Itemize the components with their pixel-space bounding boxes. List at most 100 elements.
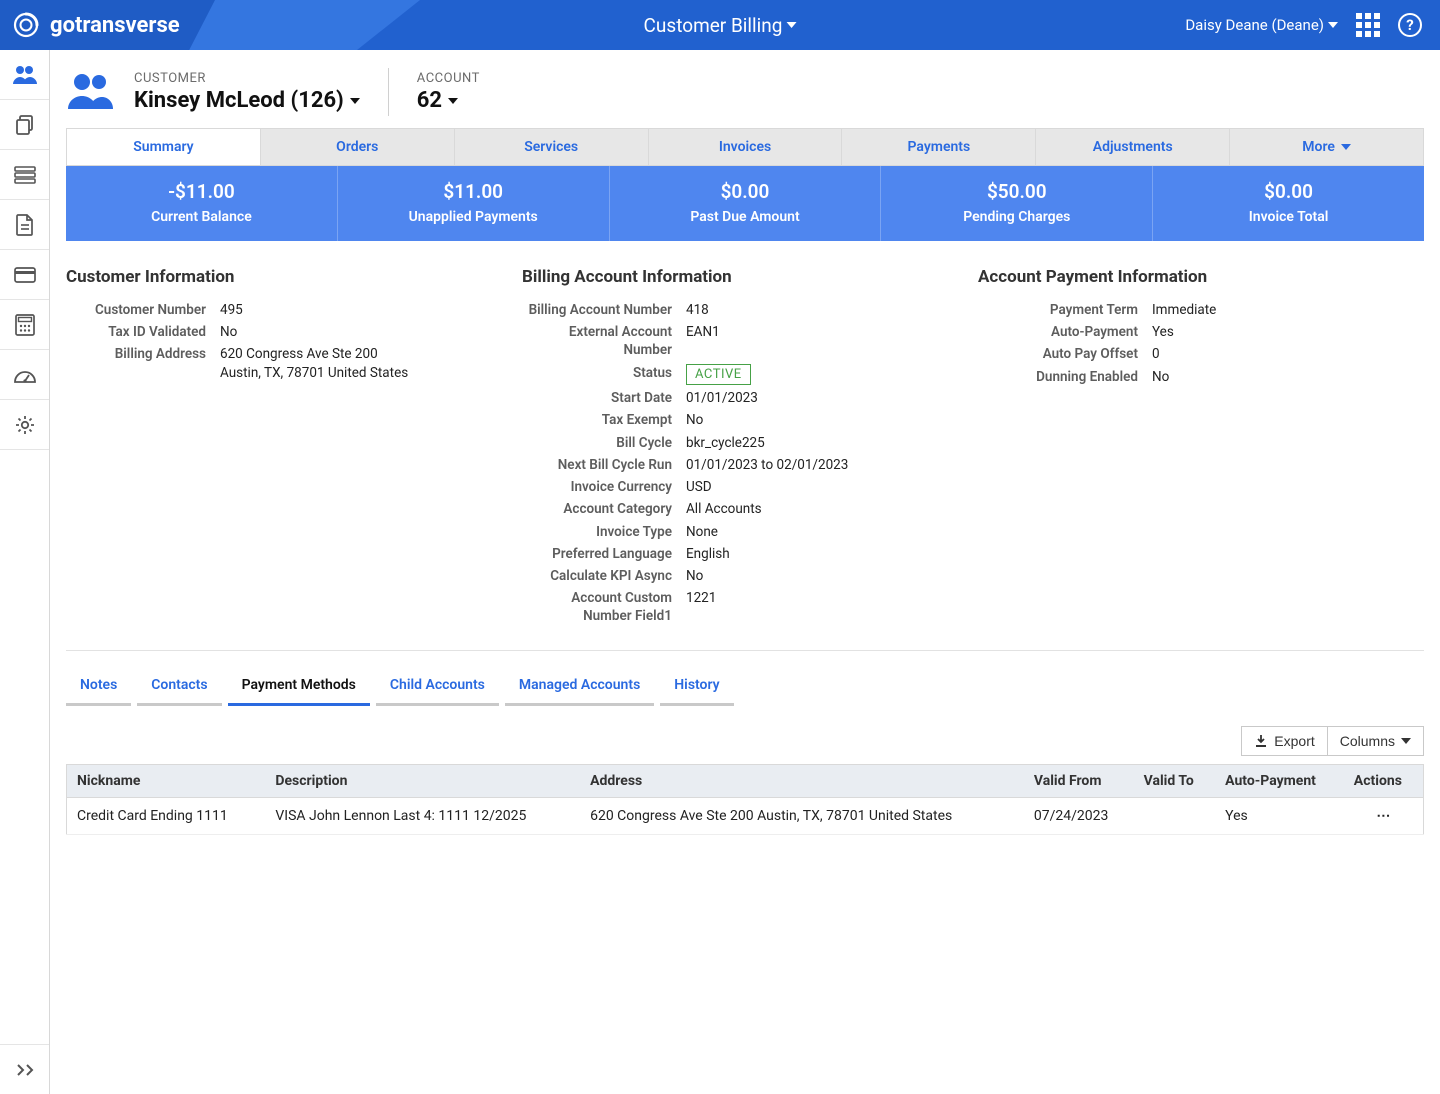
customer-label: CUSTOMER xyxy=(134,71,360,86)
rail-document-icon[interactable] xyxy=(0,200,49,250)
column-header[interactable]: Actions xyxy=(1344,764,1424,797)
field-label: Customer Number xyxy=(66,301,206,319)
stat-value: $50.00 xyxy=(887,180,1146,203)
tab-invoices[interactable]: Invoices xyxy=(649,129,843,165)
download-icon xyxy=(1254,734,1268,748)
user-menu[interactable]: Daisy Deane (Deane) xyxy=(1185,16,1338,34)
field-value: Yes xyxy=(1152,323,1424,341)
rail-gear-icon[interactable] xyxy=(0,400,49,450)
customer-selector[interactable]: Kinsey McLeod (126) xyxy=(134,88,360,113)
rail-calculator-icon[interactable] xyxy=(0,300,49,350)
field-label: Tax ID Validated xyxy=(66,323,206,341)
cell-nickname: Credit Card Ending 1111 xyxy=(67,797,266,834)
column-header[interactable]: Valid To xyxy=(1134,764,1215,797)
stat-card: $11.00Unapplied Payments xyxy=(338,166,610,241)
field-label: Start Date xyxy=(522,389,672,407)
field-value: 01/01/2023 to 02/01/2023 xyxy=(686,456,968,474)
field-value: None xyxy=(686,523,968,541)
field-value: 620 Congress Ave Ste 200Austin, TX, 7870… xyxy=(220,345,512,381)
stat-card: -$11.00Current Balance xyxy=(66,166,338,241)
customer-header: CUSTOMER Kinsey McLeod (126) ACCOUNT 62 xyxy=(50,62,1440,128)
tab-payments[interactable]: Payments xyxy=(842,129,1036,165)
caret-down-icon xyxy=(1401,738,1411,744)
stat-card: $0.00Invoice Total xyxy=(1153,166,1424,241)
column-header[interactable]: Nickname xyxy=(67,764,266,797)
field-value: No xyxy=(1152,368,1424,386)
caret-down-icon xyxy=(350,98,360,104)
field-value: All Accounts xyxy=(686,500,968,518)
stats-row: -$11.00Current Balance$11.00Unapplied Pa… xyxy=(66,166,1424,241)
stat-card: $0.00Past Due Amount xyxy=(610,166,882,241)
column-header[interactable]: Valid From xyxy=(1024,764,1134,797)
column-header[interactable]: Address xyxy=(580,764,1024,797)
caret-down-icon xyxy=(1328,22,1338,28)
customers-icon xyxy=(66,71,114,111)
payment-info-title: Account Payment Information xyxy=(978,267,1424,287)
field-value: 01/01/2023 xyxy=(686,389,968,407)
field-label: Billing Account Number xyxy=(522,301,672,319)
topbar: gotransverse Customer Billing Daisy Dean… xyxy=(0,0,1440,50)
field-value: No xyxy=(686,411,968,429)
field-label: Payment Term xyxy=(978,301,1138,319)
account-selector[interactable]: 62 xyxy=(417,88,480,113)
field-label: Calculate KPI Async xyxy=(522,567,672,585)
field-value: ACTIVE xyxy=(686,364,968,386)
payment-info: Account Payment Information Payment Term… xyxy=(978,267,1424,630)
export-label: Export xyxy=(1274,733,1314,749)
subtab-notes[interactable]: Notes xyxy=(66,669,131,706)
account-label: ACCOUNT xyxy=(417,71,480,86)
billing-info-title: Billing Account Information xyxy=(522,267,968,287)
billing-info: Billing Account Information Billing Acco… xyxy=(522,267,968,630)
page-title-dropdown[interactable]: Customer Billing xyxy=(644,14,797,37)
subtab-contacts[interactable]: Contacts xyxy=(137,669,221,706)
subtab-managed-accounts[interactable]: Managed Accounts xyxy=(505,669,654,706)
subtab-history[interactable]: History xyxy=(660,669,733,706)
row-actions[interactable]: ⋯ xyxy=(1344,797,1424,834)
tab-adjustments[interactable]: Adjustments xyxy=(1036,129,1230,165)
cell-address: 620 Congress Ave Ste 200 Austin, TX, 787… xyxy=(580,797,1024,834)
rail-collapse-icon[interactable] xyxy=(0,1044,49,1094)
columns-button[interactable]: Columns xyxy=(1328,726,1424,756)
subtab-payment-methods[interactable]: Payment Methods xyxy=(228,669,370,706)
payment-methods-table: NicknameDescriptionAddressValid FromVali… xyxy=(66,764,1424,835)
tab-summary[interactable]: Summary xyxy=(67,129,261,165)
field-value: 0 xyxy=(1152,345,1424,363)
field-label: Invoice Currency xyxy=(522,478,672,496)
columns-label: Columns xyxy=(1340,733,1395,749)
rail-card-icon[interactable] xyxy=(0,250,49,300)
tab-more[interactable]: More xyxy=(1230,129,1423,165)
field-label: Account Category xyxy=(522,500,672,518)
tab-services[interactable]: Services xyxy=(455,129,649,165)
rail-customers-icon[interactable] xyxy=(0,50,49,100)
apps-icon[interactable] xyxy=(1356,13,1380,37)
help-icon[interactable]: ? xyxy=(1398,13,1422,37)
page-title: Customer Billing xyxy=(644,14,783,37)
export-button[interactable]: Export xyxy=(1241,726,1327,756)
brand-area[interactable]: gotransverse xyxy=(0,0,180,50)
field-label: Next Bill Cycle Run xyxy=(522,456,672,474)
table-toolbar: Export Columns xyxy=(50,712,1440,764)
rail-dashboard-icon[interactable] xyxy=(0,350,49,400)
field-label: Bill Cycle xyxy=(522,434,672,452)
field-value: USD xyxy=(686,478,968,496)
field-value: Immediate xyxy=(1152,301,1424,319)
logo-icon xyxy=(12,11,40,39)
field-label: Invoice Type xyxy=(522,523,672,541)
field-value: No xyxy=(220,323,512,341)
field-label: Billing Address xyxy=(66,345,206,381)
brand-text: gotransverse xyxy=(50,13,180,38)
column-header[interactable]: Description xyxy=(265,764,580,797)
status-badge: ACTIVE xyxy=(686,364,751,386)
main: CUSTOMER Kinsey McLeod (126) ACCOUNT 62 … xyxy=(50,50,1440,875)
subtab-child-accounts[interactable]: Child Accounts xyxy=(376,669,499,706)
account-value: 62 xyxy=(417,88,442,113)
cell-valid-to xyxy=(1134,797,1215,834)
field-label: Account Custom Number Field1 xyxy=(522,589,672,625)
column-header[interactable]: Auto-Payment xyxy=(1215,764,1344,797)
rail-copy-icon[interactable] xyxy=(0,100,49,150)
field-label: Auto-Payment xyxy=(978,323,1138,341)
field-value: EAN1 xyxy=(686,323,968,359)
stat-label: Pending Charges xyxy=(887,209,1146,225)
tab-orders[interactable]: Orders xyxy=(261,129,455,165)
rail-stack-icon[interactable] xyxy=(0,150,49,200)
